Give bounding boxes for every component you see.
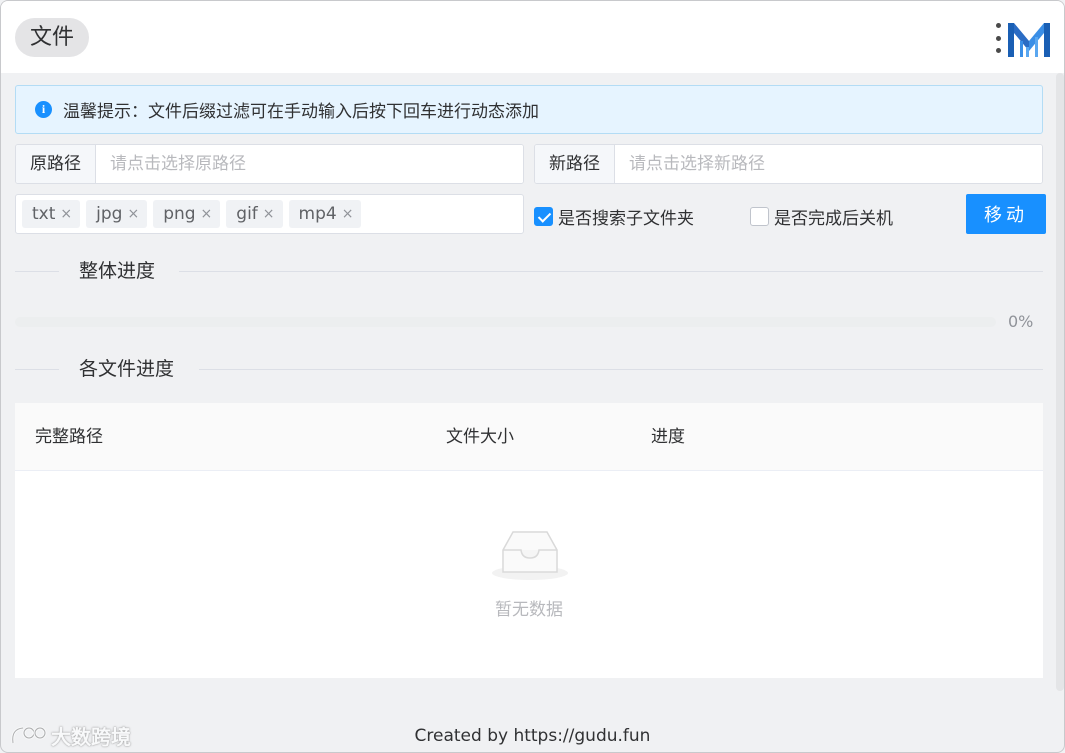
- target-path-group: 新路径: [534, 144, 1043, 184]
- search-subfolders-checkbox[interactable]: 是否搜索子文件夹: [534, 204, 694, 229]
- shutdown-after-label: 是否完成后关机: [774, 209, 893, 229]
- column-header-full-path: 完整路径: [35, 427, 103, 447]
- filter-tag-label: png: [163, 204, 196, 224]
- overall-progress-divider: 整体进度: [15, 256, 1043, 286]
- overall-progress-bar: [15, 317, 996, 327]
- checkbox-checked-icon[interactable]: [534, 207, 553, 226]
- filter-tag-label: gif: [236, 204, 258, 224]
- checkbox-unchecked-icon[interactable]: [750, 207, 769, 226]
- empty-text: 暂无数据: [495, 600, 563, 620]
- source-path-input[interactable]: [96, 145, 523, 183]
- filter-tag-label: mp4: [298, 204, 337, 224]
- target-path-label: 新路径: [535, 145, 615, 183]
- file-progress-table: 完整路径 文件大小 进度 暂无数据: [15, 403, 1043, 678]
- search-subfolders-label: 是否搜索子文件夹: [558, 209, 694, 229]
- close-icon[interactable]: ×: [201, 206, 213, 222]
- file-progress-heading: 各文件进度: [79, 358, 175, 380]
- column-header-progress: 进度: [651, 427, 685, 447]
- extension-filter-input[interactable]: txt × jpg × png × gif × mp4 ×: [15, 194, 524, 234]
- window-title: 文件: [15, 18, 90, 57]
- watermark: 大数跨境: [9, 721, 131, 750]
- table-header: 完整路径 文件大小 进度: [15, 403, 1043, 471]
- filter-tag: jpg ×: [86, 200, 148, 228]
- more-menu-icon[interactable]: [994, 23, 1002, 53]
- info-icon: i: [35, 101, 52, 118]
- file-progress-divider: 各文件进度: [15, 354, 1043, 384]
- watermark-logo-icon: [11, 726, 47, 743]
- close-icon[interactable]: ×: [60, 206, 72, 222]
- filter-tag-label: jpg: [96, 204, 123, 224]
- overall-progress-percent: 0%: [1008, 312, 1034, 331]
- watermark-text: 大数跨境: [51, 725, 131, 749]
- move-button[interactable]: 移动: [966, 194, 1046, 234]
- footer-credit: Created by https://gudu.fun: [414, 726, 651, 746]
- app-window: 文件 i 温馨提示：文件后缀过滤可在手动输入后按下回车进行动态添加 原路径 新路…: [0, 0, 1065, 753]
- title-bar: 文件: [1, 1, 1064, 73]
- vertical-scrollbar[interactable]: [1056, 73, 1064, 691]
- source-path-group: 原路径: [15, 144, 524, 184]
- filter-tag: txt ×: [22, 200, 81, 228]
- column-header-file-size: 文件大小: [446, 427, 514, 447]
- source-path-label: 原路径: [16, 145, 96, 183]
- tip-text: 温馨提示：文件后缀过滤可在手动输入后按下回车进行动态添加: [63, 102, 539, 122]
- filter-tag: png ×: [153, 200, 221, 228]
- app-logo-icon: [1008, 23, 1050, 57]
- target-path-input[interactable]: [615, 145, 1042, 183]
- overall-progress-heading: 整体进度: [79, 260, 156, 282]
- filter-tag: gif ×: [226, 200, 283, 228]
- close-icon[interactable]: ×: [342, 206, 354, 222]
- empty-inbox-icon: [492, 531, 568, 580]
- filter-tag-label: txt: [32, 204, 56, 224]
- tip-alert: i 温馨提示：文件后缀过滤可在手动输入后按下回车进行动态添加: [15, 85, 1043, 134]
- filter-tag: mp4 ×: [288, 200, 362, 228]
- shutdown-after-checkbox[interactable]: 是否完成后关机: [750, 204, 893, 229]
- close-icon[interactable]: ×: [127, 206, 139, 222]
- close-icon[interactable]: ×: [263, 206, 275, 222]
